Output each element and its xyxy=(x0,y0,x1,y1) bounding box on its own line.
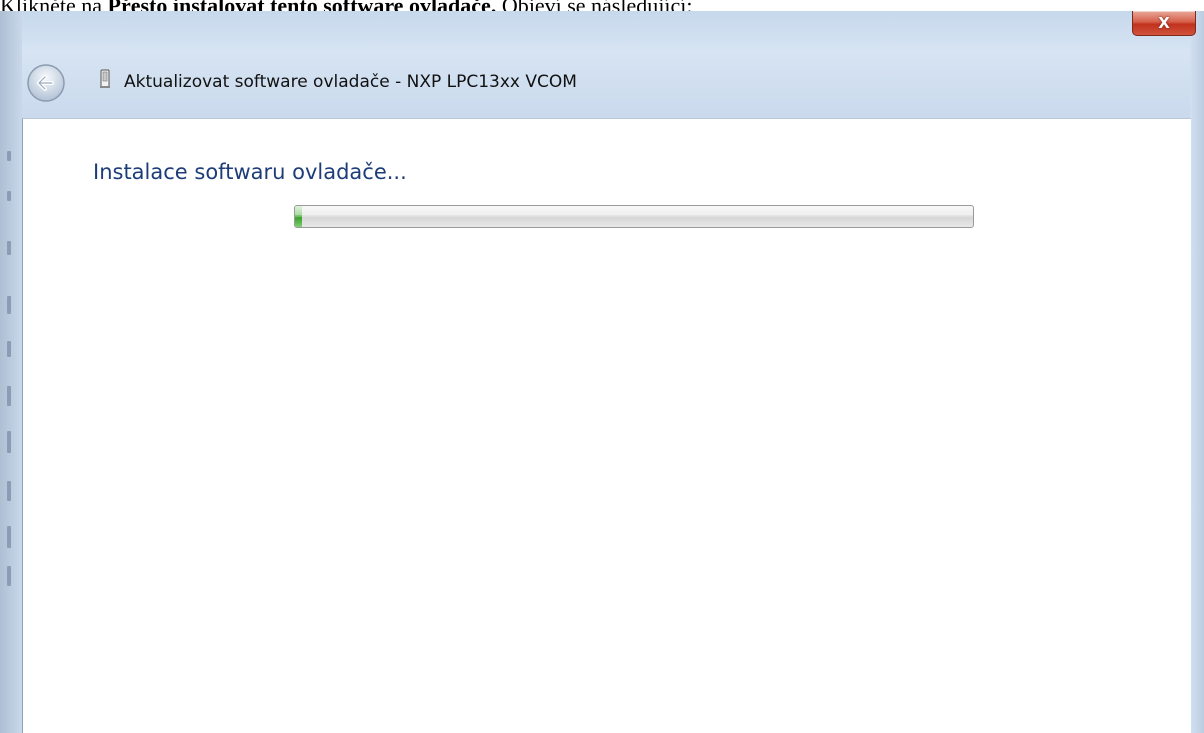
page-heading: Instalace softwaru ovladače... xyxy=(93,160,407,184)
progress-shine xyxy=(295,206,973,216)
install-progress-bar xyxy=(294,205,974,228)
close-button[interactable]: X xyxy=(1132,11,1196,36)
back-arrow-icon xyxy=(27,64,65,102)
usb-device-icon xyxy=(99,69,111,89)
window-title: Aktualizovat software ovladače - NXP LPC… xyxy=(124,72,577,92)
window-frame-right xyxy=(1190,11,1204,733)
driver-update-window: X Aktualizovat software ovladače - NXP L… xyxy=(0,11,1204,733)
window-frame-left xyxy=(0,11,22,733)
back-button[interactable] xyxy=(26,63,66,103)
close-icon: X xyxy=(1158,13,1170,32)
wizard-content: Instalace softwaru ovladače... xyxy=(22,118,1191,733)
screenshot: Klikněte na Přesto instalovat tento soft… xyxy=(0,0,1204,733)
